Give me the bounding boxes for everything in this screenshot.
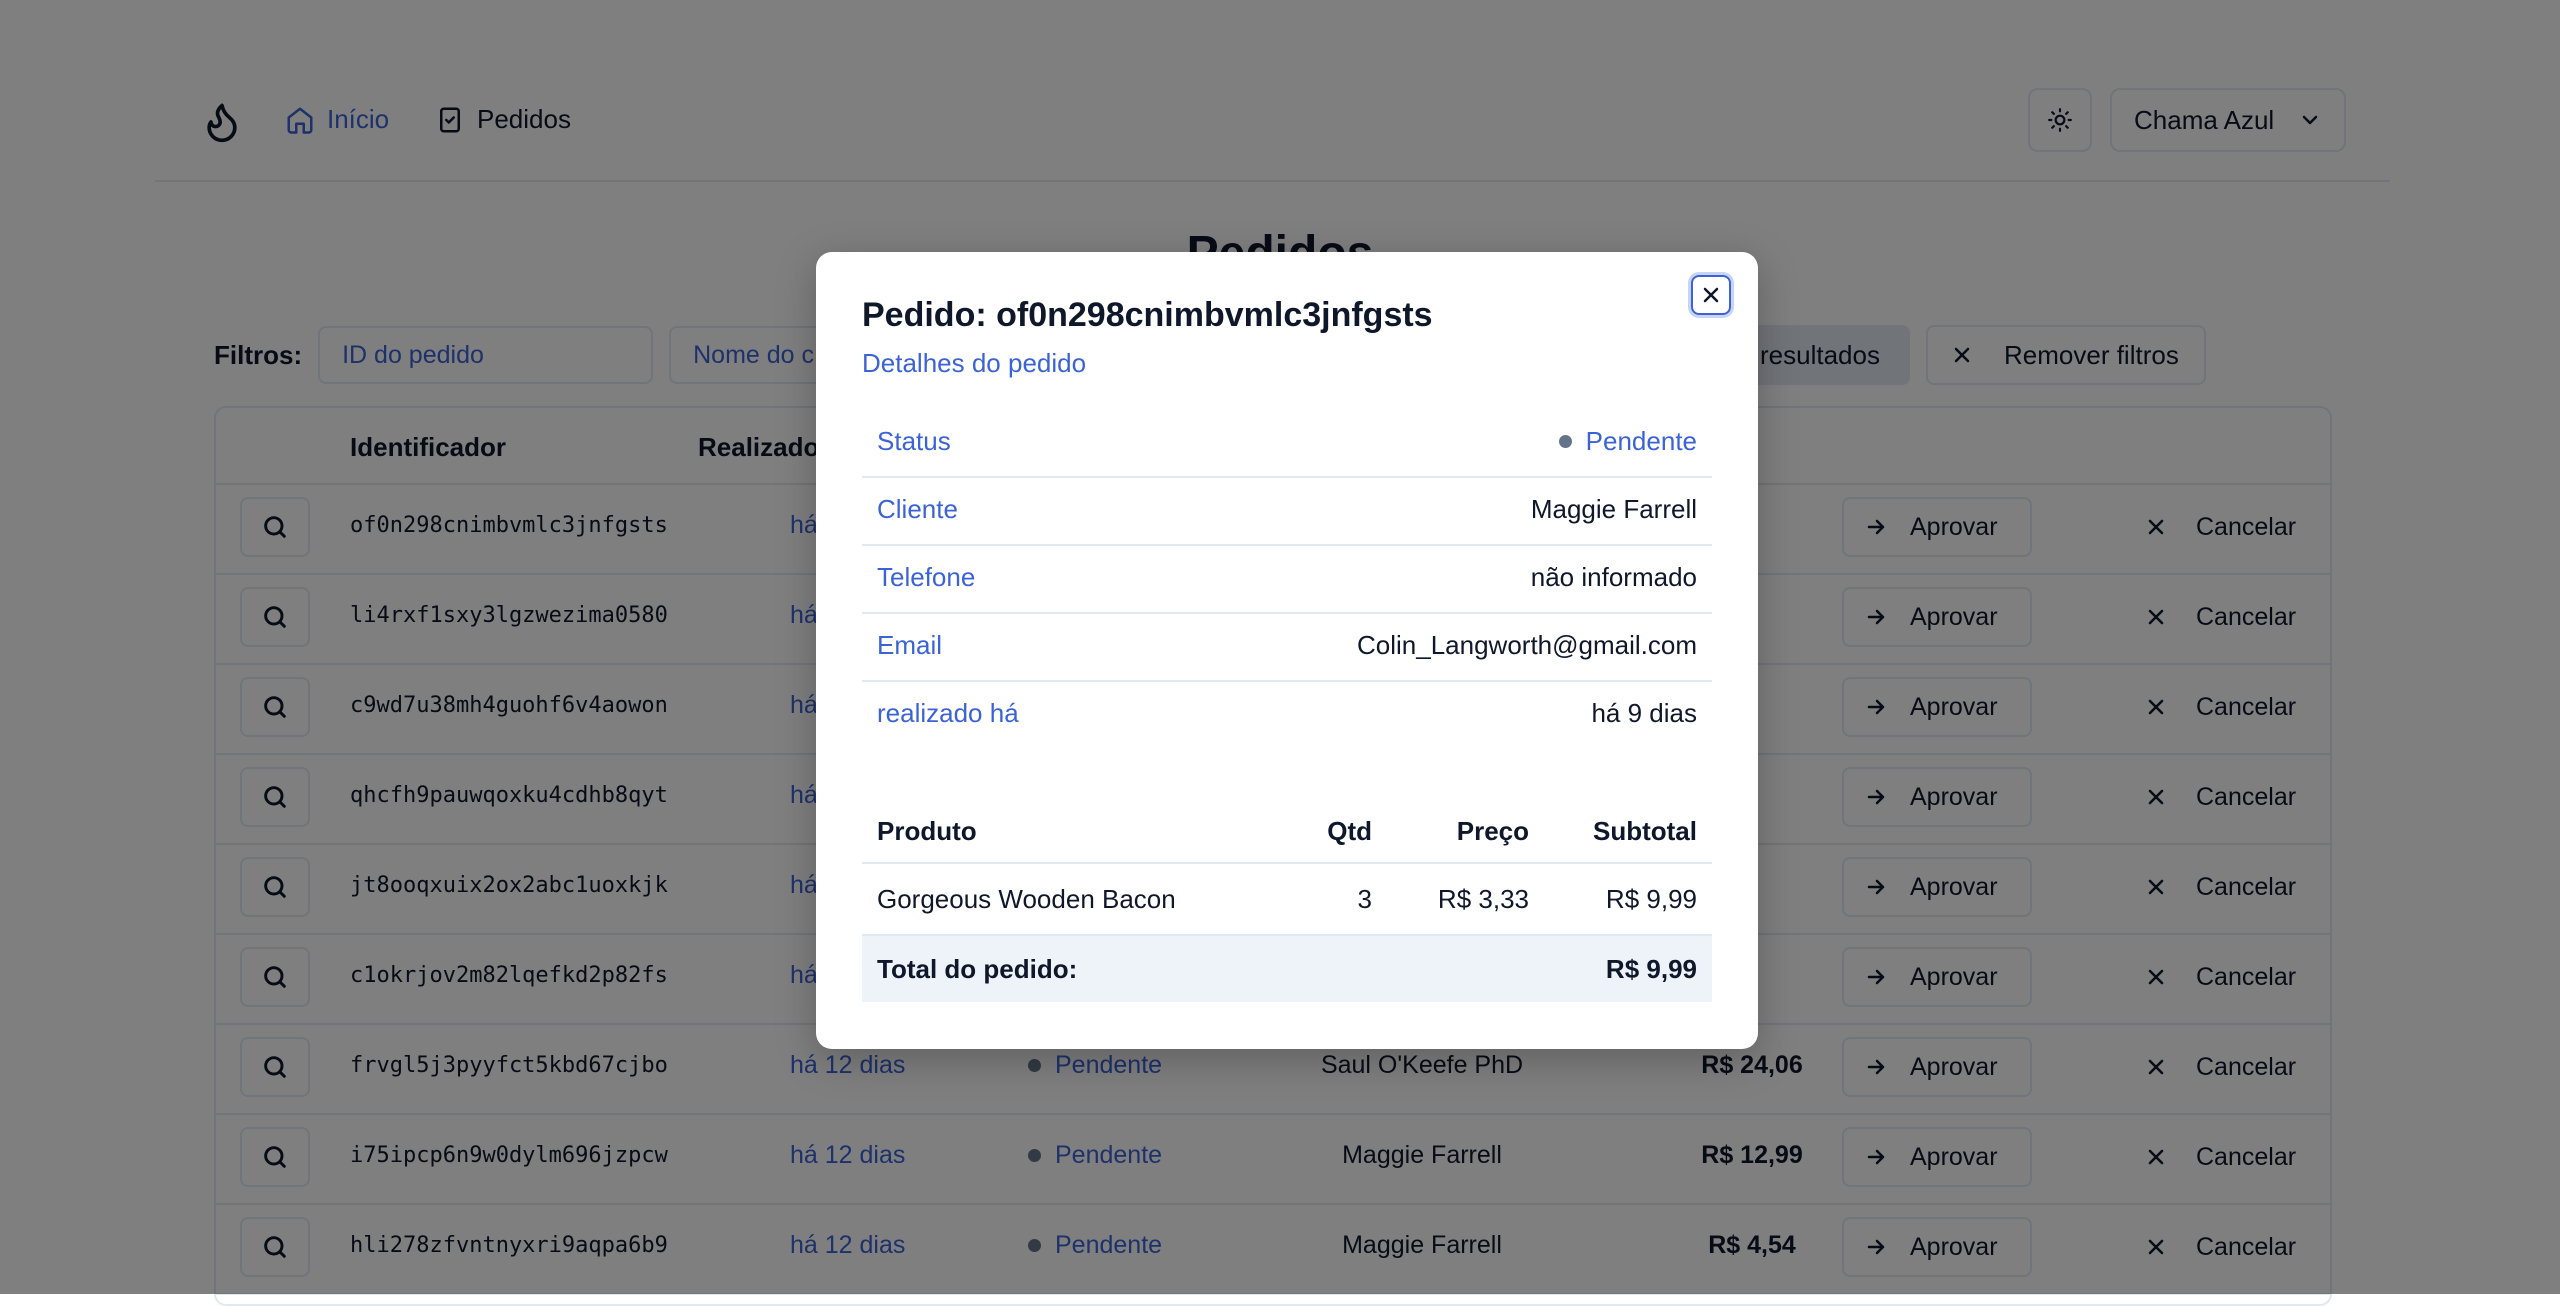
items-header-subtotal: Subtotal — [1593, 816, 1697, 846]
order-total-label: Total do pedido: — [877, 954, 1078, 984]
status-label: Status — [877, 426, 951, 456]
item-price: R$ 3,33 — [1437, 884, 1529, 914]
status-dot-icon — [1558, 435, 1572, 448]
placed-label: realizado há — [877, 698, 1019, 728]
close-icon — [1699, 283, 1723, 307]
order-details-dialog: Pedido: of0n298cnimbvmlc3jnfgsts Detalhe… — [816, 252, 1758, 1049]
detail-row-customer: Cliente Maggie Farrell — [862, 476, 1712, 546]
orders-page: Início Pedidos Chama Azul Pedidos Filtro… — [0, 0, 2560, 1306]
order-total-row: Total do pedido: R$ 9,99 — [862, 936, 1712, 1002]
dialog-subtitle: Detalhes do pedido — [862, 348, 1087, 378]
items-table-header: Produto Qtd Preço Subtotal — [862, 800, 1712, 864]
items-header-price: Preço — [1456, 816, 1529, 846]
order-total-value: R$ 9,99 — [1605, 954, 1697, 984]
status-value: Pendente — [1585, 426, 1697, 456]
detail-row-placed: realizado há há 9 dias — [862, 680, 1712, 748]
detail-row-status: Status Pendente — [862, 408, 1712, 478]
item-qty: 3 — [1357, 884, 1372, 914]
item-product: Gorgeous Wooden Bacon — [877, 884, 1176, 914]
phone-value: não informado — [1530, 562, 1697, 592]
items-header-qty: Qtd — [1327, 816, 1372, 846]
detail-row-email: Email Colin_Langworth@gmail.com — [862, 612, 1712, 682]
email-value: Colin_Langworth@gmail.com — [1357, 630, 1697, 660]
dialog-close-button[interactable] — [1691, 275, 1731, 315]
phone-label: Telefone — [877, 562, 976, 592]
detail-row-phone: Telefone não informado — [862, 544, 1712, 614]
customer-value: Maggie Farrell — [1530, 494, 1697, 524]
customer-label: Cliente — [877, 494, 958, 524]
placed-value: há 9 dias — [1591, 698, 1697, 728]
email-label: Email — [877, 630, 943, 660]
status-badge: Pendente — [1558, 426, 1697, 457]
item-subtotal: R$ 9,99 — [1605, 884, 1697, 914]
item-row: Gorgeous Wooden Bacon 3 R$ 3,33 R$ 9,99 — [862, 864, 1712, 936]
items-header-product: Produto — [877, 816, 977, 846]
dialog-title: Pedido: of0n298cnimbvmlc3jnfgsts — [862, 296, 1433, 334]
